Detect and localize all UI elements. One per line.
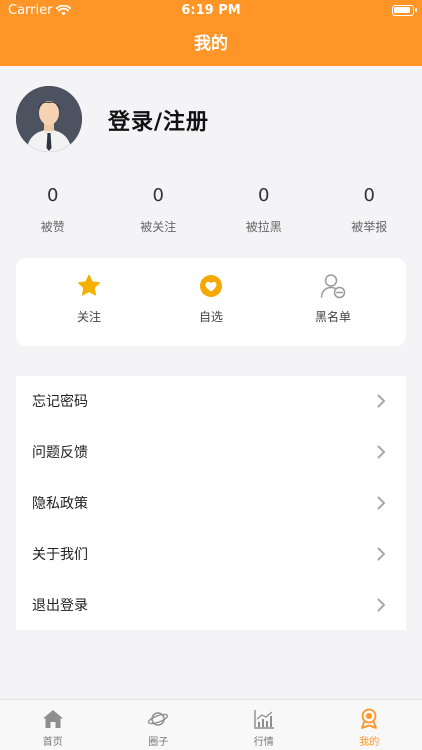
quick-action-label: 黑名单 [314, 310, 351, 324]
stat-label: 被拉黑 [245, 220, 282, 234]
quick-action-label: 自选 [198, 310, 223, 324]
chevron-right-icon [377, 547, 385, 561]
tab-label: 圈子 [148, 737, 169, 748]
stat-reported[interactable]: 0 被举报 [317, 182, 422, 242]
menu-item-forgot-password[interactable]: 忘记密码 [16, 376, 406, 427]
page-title: 我的 [194, 34, 228, 54]
home-icon [42, 710, 63, 728]
status-bar: Carrier 6:19 PM [0, 0, 422, 22]
avatar[interactable] [16, 86, 82, 152]
stats-row: 0 被赞 0 被关注 0 被拉黑 0 被举报 [0, 182, 422, 242]
menu-item-feedback[interactable]: 问题反馈 [16, 427, 406, 478]
tab-label: 我的 [359, 737, 380, 748]
chevron-right-icon [377, 445, 385, 459]
stat-label: 被关注 [140, 220, 177, 234]
stat-value: 0 [258, 185, 270, 206]
tab-label: 行情 [253, 737, 274, 748]
menu-item-label: 问题反馈 [32, 445, 88, 462]
menu-item-label: 退出登录 [32, 597, 88, 614]
stat-value: 0 [363, 185, 375, 206]
tab-market[interactable]: 行情 [211, 700, 317, 750]
tab-label: 首页 [42, 737, 63, 748]
menu-item-about-us[interactable]: 关于我们 [16, 528, 406, 579]
chevron-right-icon [377, 394, 385, 408]
menu-item-label: 忘记密码 [32, 394, 88, 411]
medal-icon [361, 708, 378, 729]
stat-liked[interactable]: 0 被赞 [0, 182, 106, 242]
chevron-right-icon [377, 496, 385, 510]
chevron-right-icon [377, 598, 385, 612]
user-block-icon [320, 274, 346, 299]
menu-item-privacy-policy[interactable]: 隐私政策 [16, 478, 406, 529]
menu-item-logout[interactable]: 退出登录 [16, 579, 406, 630]
stat-label: 被赞 [40, 220, 65, 234]
avatar-person-icon [16, 86, 82, 152]
tab-mine[interactable]: 我的 [317, 700, 422, 750]
quick-action-label: 关注 [76, 310, 101, 324]
settings-menu: 忘记密码 问题反馈 隐私政策 关于我们 退出登录 [16, 376, 406, 630]
tab-circle[interactable]: 圈子 [106, 700, 212, 750]
stat-label: 被举报 [351, 220, 388, 234]
stat-value: 0 [152, 185, 164, 206]
chart-icon [254, 710, 274, 729]
status-time: 6:19 PM [181, 3, 241, 18]
battery-fill [394, 7, 410, 13]
stat-blocked[interactable]: 0 被拉黑 [211, 182, 317, 242]
login-register-link[interactable]: 登录/注册 [108, 104, 209, 136]
planet-icon [148, 712, 169, 726]
menu-item-label: 关于我们 [32, 546, 88, 563]
stat-value: 0 [47, 185, 59, 206]
tab-bar: 首页 圈子 行情 我的 [0, 699, 422, 750]
menu-item-label: 隐私政策 [32, 495, 88, 512]
heart-icon [200, 275, 222, 297]
tab-home[interactable]: 首页 [0, 700, 106, 750]
quick-action-follow[interactable]: 关注 [28, 258, 150, 346]
quick-action-watchlist[interactable]: 自选 [150, 258, 272, 346]
star-icon [78, 274, 100, 296]
stat-followed[interactable]: 0 被关注 [106, 182, 212, 242]
profile-header[interactable]: 登录/注册 [0, 66, 422, 176]
quick-actions-card: 关注 自选 黑名单 [16, 258, 406, 346]
quick-action-blacklist[interactable]: 黑名单 [272, 258, 394, 346]
nav-bar: 我的 [0, 22, 422, 66]
battery-icon [392, 5, 417, 16]
